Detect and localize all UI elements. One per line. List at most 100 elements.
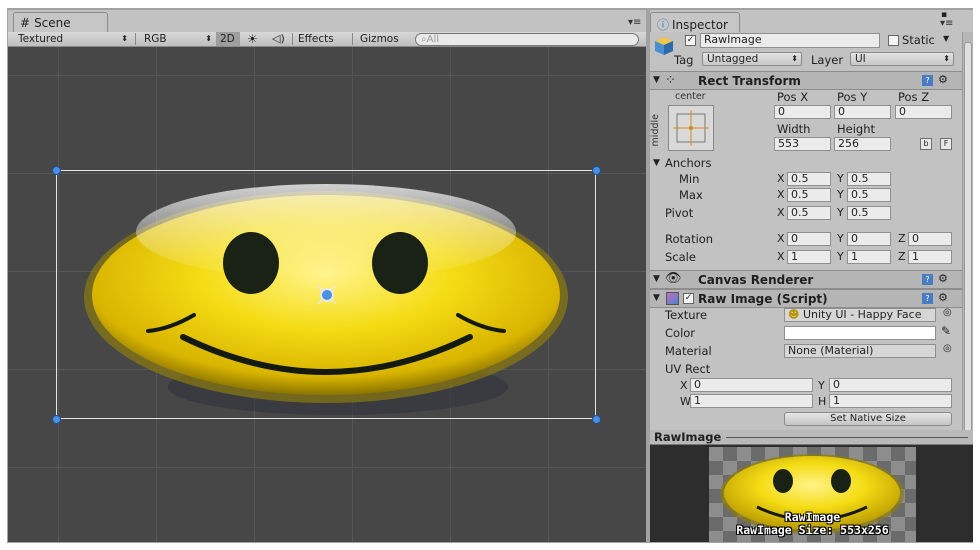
scene-viewport[interactable] — [8, 47, 646, 542]
search-placeholder: All — [426, 34, 440, 45]
foldout-arrow-icon[interactable]: ▼ — [653, 274, 660, 284]
foldout-arrow-icon[interactable]: ▼ — [653, 293, 660, 303]
help-icon[interactable]: ? — [922, 293, 933, 304]
raw-image-header[interactable]: ▼ ✓ Raw Image (Script) ? ⚙ — [650, 289, 965, 308]
object-name-field[interactable]: RawImage — [700, 33, 880, 48]
color-swatch-field[interactable] — [784, 326, 936, 340]
preview-header[interactable]: RawImage — [650, 430, 973, 445]
tab-inspector[interactable]: ⓘ Inspector — [650, 12, 740, 32]
rotation-y-field[interactable]: 0 — [847, 232, 891, 246]
render-mode-dropdown[interactable]: RGB ⬍ — [140, 32, 216, 46]
tab-scene[interactable]: # Scene — [13, 12, 108, 32]
gear-icon[interactable]: ⚙ — [938, 291, 948, 304]
raw-image-enabled-checkbox[interactable]: ✓ — [683, 293, 694, 304]
raw-edit-button[interactable]: F — [940, 138, 952, 150]
uv-y-field[interactable]: 0 — [829, 378, 952, 392]
panel-menu-icon[interactable]: ▾≡ — [940, 18, 953, 29]
pivot-y-axis-label: Y — [837, 206, 844, 219]
tag-value: Untagged — [707, 53, 759, 65]
pivot-x-field[interactable]: 0.5 — [787, 206, 831, 220]
tag-dropdown[interactable]: Untagged ⬍ — [702, 52, 802, 66]
anchor-preset-top-label: center — [675, 91, 706, 102]
gear-icon[interactable]: ⚙ — [938, 73, 948, 86]
anchor-min-x-field[interactable]: 0.5 — [787, 172, 831, 186]
pivot-label: Pivot — [665, 206, 694, 220]
max-x-axis-label: X — [777, 188, 785, 201]
canvas-renderer-header[interactable]: ▼ 👁 Canvas Renderer ? ⚙ — [650, 270, 965, 289]
max-y-axis-label: Y — [837, 188, 844, 201]
resize-handle-bottom-left[interactable] — [52, 415, 61, 424]
preview-drag-handle[interactable] — [726, 437, 968, 438]
pivot-gizmo-icon[interactable] — [316, 284, 338, 306]
uv-w-field[interactable]: 1 — [690, 394, 813, 408]
uv-h-axis-label: H — [818, 395, 827, 408]
set-native-size-button[interactable]: Set Native Size — [784, 412, 952, 426]
help-icon[interactable]: ? — [922, 274, 933, 285]
toggle-2d-button[interactable]: 2D — [216, 32, 240, 46]
uv-x-field[interactable]: 0 — [690, 378, 813, 392]
texture-object-field[interactable]: ☻ Unity UI - Happy Face — [784, 308, 936, 322]
pos-y-label: Pos Y — [837, 90, 868, 104]
scene-tab-label: Scene — [34, 16, 71, 30]
search-input[interactable]: ⌕All — [415, 33, 639, 46]
grid-icon: # — [20, 16, 31, 30]
pos-y-field[interactable]: 0 — [834, 105, 891, 119]
scrollbar-thumb[interactable] — [964, 42, 972, 437]
uv-h-field[interactable]: 1 — [829, 394, 952, 408]
anchor-max-y-field[interactable]: 0.5 — [847, 188, 891, 202]
active-checkbox[interactable]: ✓ — [685, 35, 696, 46]
foldout-arrow-icon[interactable]: ▼ — [653, 158, 660, 168]
rect-transform-title: Rect Transform — [698, 74, 801, 88]
static-checkbox[interactable] — [888, 35, 899, 46]
eyedropper-icon[interactable]: ✎ — [941, 324, 951, 338]
gizmos-dropdown[interactable]: Gizmos ▾ — [356, 32, 412, 58]
rot-x-axis-label: X — [777, 232, 785, 245]
object-picker-icon[interactable]: ◎ — [943, 307, 952, 318]
gear-icon[interactable]: ⚙ — [938, 272, 948, 285]
pivot-y-field[interactable]: 0.5 — [847, 206, 891, 220]
width-field[interactable]: 553 — [774, 137, 831, 151]
pos-x-field[interactable]: 0 — [774, 105, 831, 119]
inspector-tab-label: Inspector — [672, 18, 728, 32]
rotation-x-field[interactable]: 0 — [787, 232, 831, 246]
inspector-panel: ⓘ Inspector ▪ ▾≡ ✓ RawImage Static ▼ Tag … — [650, 10, 973, 437]
draw-mode-label: Textured — [18, 33, 64, 45]
height-label: Height — [837, 122, 876, 136]
resize-handle-bottom-right[interactable] — [592, 415, 601, 424]
info-icon: ⓘ — [657, 18, 670, 32]
anchor-max-x-field[interactable]: 0.5 — [787, 188, 831, 202]
scale-x-field[interactable]: 1 — [787, 250, 831, 264]
height-field[interactable]: 256 — [834, 137, 891, 151]
pos-z-field[interactable]: 0 — [895, 105, 952, 119]
rotation-z-field[interactable]: 0 — [908, 232, 952, 246]
chevron-down-icon[interactable]: ▼ — [943, 34, 949, 43]
uv-y-axis-label: Y — [818, 379, 825, 392]
canvas-renderer-title: Canvas Renderer — [698, 273, 814, 287]
panel-menu-icon[interactable]: ▾≡ — [628, 17, 641, 28]
uv-x-axis-label: X — [680, 379, 688, 392]
inspector-scrollbar[interactable] — [962, 32, 973, 437]
blueprint-mode-button[interactable]: b — [920, 138, 932, 150]
sun-icon[interactable]: ☀ — [243, 32, 265, 46]
draw-mode-dropdown[interactable]: Textured ⬍ — [14, 32, 132, 46]
scale-z-field[interactable]: 1 — [908, 250, 952, 264]
scene-panel: # Scene ▾≡ Textured ⬍ RGB ⬍ 2D ☀ ◁) Effec… — [8, 10, 646, 542]
material-object-field[interactable]: None (Material) — [784, 344, 936, 358]
help-icon[interactable]: ? — [922, 75, 933, 86]
anchor-min-y-field[interactable]: 0.5 — [847, 172, 891, 186]
foldout-arrow-icon[interactable]: ▼ — [653, 75, 660, 85]
layer-dropdown[interactable]: UI ⬍ — [850, 52, 954, 66]
eye-icon: 👁 — [665, 271, 682, 286]
tag-label: Tag — [674, 53, 694, 67]
anchor-presets-button[interactable] — [668, 105, 714, 151]
raw-image-component-icon — [666, 292, 679, 305]
effects-dropdown[interactable]: Effects ▾ — [294, 32, 348, 58]
updown-arrows-icon: ⬍ — [205, 34, 212, 43]
rect-transform-header[interactable]: ▼ ⁘ Rect Transform ? ⚙ — [650, 71, 965, 90]
anchors-label: Anchors — [665, 156, 712, 170]
resize-handle-top-left[interactable] — [52, 166, 61, 175]
scale-y-field[interactable]: 1 — [847, 250, 891, 264]
speaker-icon[interactable]: ◁) — [268, 32, 290, 46]
object-picker-icon[interactable]: ◎ — [943, 343, 952, 354]
resize-handle-top-right[interactable] — [592, 166, 601, 175]
